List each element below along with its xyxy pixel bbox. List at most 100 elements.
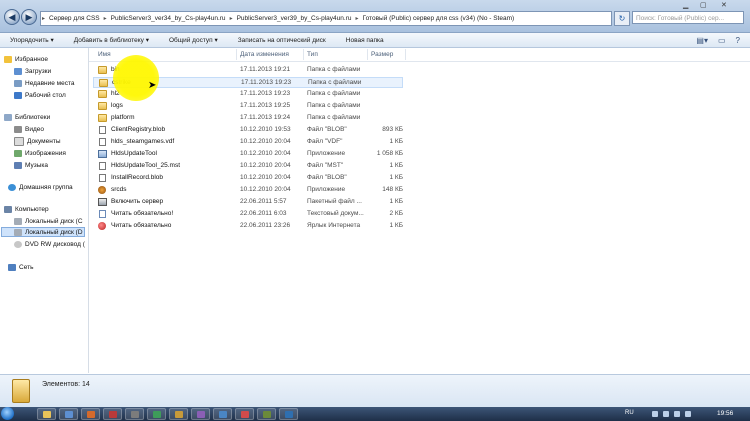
file-row[interactable]: srcds 10.12.2010 20:04 Приложение 148 КБ [93, 185, 403, 196]
file-row[interactable]: hlds_steamgames.vdf 10.12.2010 20:04 Файл … [93, 137, 403, 148]
add-to-library-button[interactable]: Добавить в библиотеку ▾ [64, 36, 159, 44]
taskbar-app-button-5[interactable] [147, 408, 166, 420]
downloads-icon [14, 67, 22, 75]
volume-icon[interactable] [674, 411, 680, 417]
file-name: ClientRegistry.blob [111, 126, 166, 133]
back-arrow-icon[interactable]: ◀ [4, 9, 20, 25]
taskbar-app-button-2[interactable] [81, 408, 100, 420]
minimize-button[interactable]: ▁ [683, 2, 688, 10]
file-row[interactable]: platform 17.11.2013 19:24 Папка с файлами [93, 113, 403, 124]
file-row[interactable]: HldsUpdateTool 10.12.2010 20:04 Приложение… [93, 149, 403, 160]
breadcrumb-4[interactable]: Готовый (Public) сервер для css (v34) (N… [360, 15, 518, 22]
file-row[interactable]: ClientRegistry.blob 10.12.2010 19:53 Файл … [93, 125, 403, 136]
images-icon [14, 149, 22, 157]
breadcrumb-2[interactable]: PublicServer3_ver34_by_Cs-play4un.ru [108, 15, 229, 22]
nav-documents[interactable]: Документы [14, 136, 61, 146]
maximize-button[interactable]: ▢ [700, 2, 707, 10]
file-date: 10.12.2010 20:04 [240, 150, 291, 157]
file-row[interactable]: logs 17.11.2013 19:25 Папка с файлами [93, 101, 403, 112]
language-indicator[interactable]: RU [625, 410, 634, 416]
breadcrumb-1[interactable]: Сервер для CSS [46, 15, 103, 22]
folder-icon [98, 114, 107, 122]
taskbar-explorer-button[interactable] [37, 408, 56, 420]
taskbar-app-button-3[interactable] [103, 408, 122, 420]
taskbar-app-button-4[interactable] [125, 408, 144, 420]
nav-desktop[interactable]: Рабочий стол [14, 90, 66, 100]
folder-icon [98, 66, 107, 74]
file-type: Папка с файлами [308, 79, 362, 86]
taskbar-app-button-7[interactable] [191, 408, 210, 420]
nav-libraries[interactable]: Библиотеки [4, 112, 50, 122]
tray-app-icon[interactable] [685, 411, 691, 417]
app-icon [98, 150, 107, 158]
column-type[interactable]: Тип [307, 51, 318, 58]
file-date: 10.12.2010 19:53 [240, 126, 291, 133]
new-folder-button[interactable]: Новая папка [336, 37, 394, 44]
nav-dvd[interactable]: DVD RW дисковод ( [14, 239, 85, 249]
taskbar-app-button-10[interactable] [257, 408, 276, 420]
nav-downloads[interactable]: Загрузки [14, 66, 51, 76]
view-options-icon[interactable]: ▤▾ [696, 36, 708, 45]
file-size: 1 КБ [389, 162, 403, 169]
desktop-icon [14, 91, 22, 99]
tray-arrow-icon[interactable] [652, 411, 658, 417]
file-size: 1 КБ [389, 174, 403, 181]
nav-disk-c[interactable]: Локальный диск (C [14, 216, 83, 226]
file-row[interactable]: InstallRecord.blob 10.12.2010 20:04 Файл "… [93, 173, 403, 184]
file-type: Файл "MST" [307, 162, 344, 169]
command-toolbar: Упорядочить ▾ Добавить в библиотеку ▾ Об… [0, 33, 750, 48]
url-icon [98, 222, 106, 230]
file-date: 17.11.2013 19:23 [241, 79, 292, 86]
nav-computer[interactable]: Компьютер [4, 204, 49, 214]
nav-images[interactable]: Изображения [14, 148, 66, 158]
nav-disk-d[interactable]: Локальный диск (D [1, 227, 85, 237]
organize-button[interactable]: Упорядочить ▾ [0, 36, 64, 44]
close-button[interactable]: ✕ [721, 2, 727, 10]
file-size: 148 КБ [382, 186, 403, 193]
file-row[interactable]: Включить сервер 22.06.2011 5:57 Пакетный ф… [93, 197, 403, 208]
share-button[interactable]: Общий доступ ▾ [159, 36, 228, 44]
start-button[interactable] [1, 407, 14, 420]
taskbar-app-button-11[interactable] [279, 408, 298, 420]
file-name: HldsUpdateTool_25.mst [111, 162, 181, 169]
burn-disc-button[interactable]: Записать на оптический диск [228, 37, 336, 44]
file-date: 22.06.2011 5:57 [240, 198, 287, 205]
help-icon[interactable]: ? [736, 36, 740, 45]
folder-icon [99, 79, 108, 87]
column-date[interactable]: Дата изменения [240, 51, 289, 58]
address-input[interactable]: ▸ Сервер для CSS ▸ PublicServer3_ver34_b… [40, 11, 612, 26]
file-row[interactable]: Читать обязательно! 22.06.2011 6:03 Тексто… [93, 209, 403, 220]
taskbar-app-button-6[interactable] [169, 408, 188, 420]
file-name: logs [111, 102, 123, 109]
taskbar-app-button-9[interactable] [235, 408, 254, 420]
nav-music[interactable]: Музыка [14, 160, 48, 170]
folder-icon [98, 90, 107, 98]
nav-homegroup[interactable]: Домашняя группа [8, 182, 73, 192]
taskbar-app-button-8[interactable] [213, 408, 232, 420]
nav-recent[interactable]: Недавние места [14, 78, 75, 88]
file-date: 17.11.2013 19:21 [240, 66, 291, 73]
nav-favorites[interactable]: Избранное [4, 54, 48, 64]
preview-pane-icon[interactable]: ▭ [718, 36, 726, 45]
library-icon [4, 113, 12, 121]
clock[interactable]: 19:56 [717, 410, 733, 417]
network-tray-icon[interactable] [663, 411, 669, 417]
column-size[interactable]: Размер [371, 51, 393, 58]
app-icon [263, 411, 271, 418]
app-icon [87, 411, 95, 418]
search-input[interactable]: Поиск: Готовый (Public) сер... [632, 11, 744, 24]
breadcrumb-3[interactable]: PublicServer3_ver39_by_Cs-play4un.ru [234, 15, 355, 22]
column-name[interactable]: Имя [98, 51, 111, 58]
file-row[interactable]: Читать обязательно 22.06.2011 23:26 Ярлык … [93, 221, 403, 232]
app-icon [109, 411, 117, 418]
file-date: 10.12.2010 20:04 [240, 174, 291, 181]
file-row[interactable]: HldsUpdateTool_25.mst 10.12.2010 20:04 Фай… [93, 161, 403, 172]
refresh-icon[interactable]: ↻ [614, 11, 630, 26]
file-type: Файл "BLOB" [307, 126, 347, 133]
forward-arrow-icon[interactable]: ▶ [21, 9, 37, 25]
column-header-row: Имя Дата изменения Тип Размер [89, 48, 750, 62]
file-date: 17.11.2013 19:24 [240, 114, 291, 121]
nav-video[interactable]: Видео [14, 124, 44, 134]
taskbar-app-button-1[interactable] [59, 408, 78, 420]
nav-network[interactable]: Сеть [8, 262, 33, 272]
